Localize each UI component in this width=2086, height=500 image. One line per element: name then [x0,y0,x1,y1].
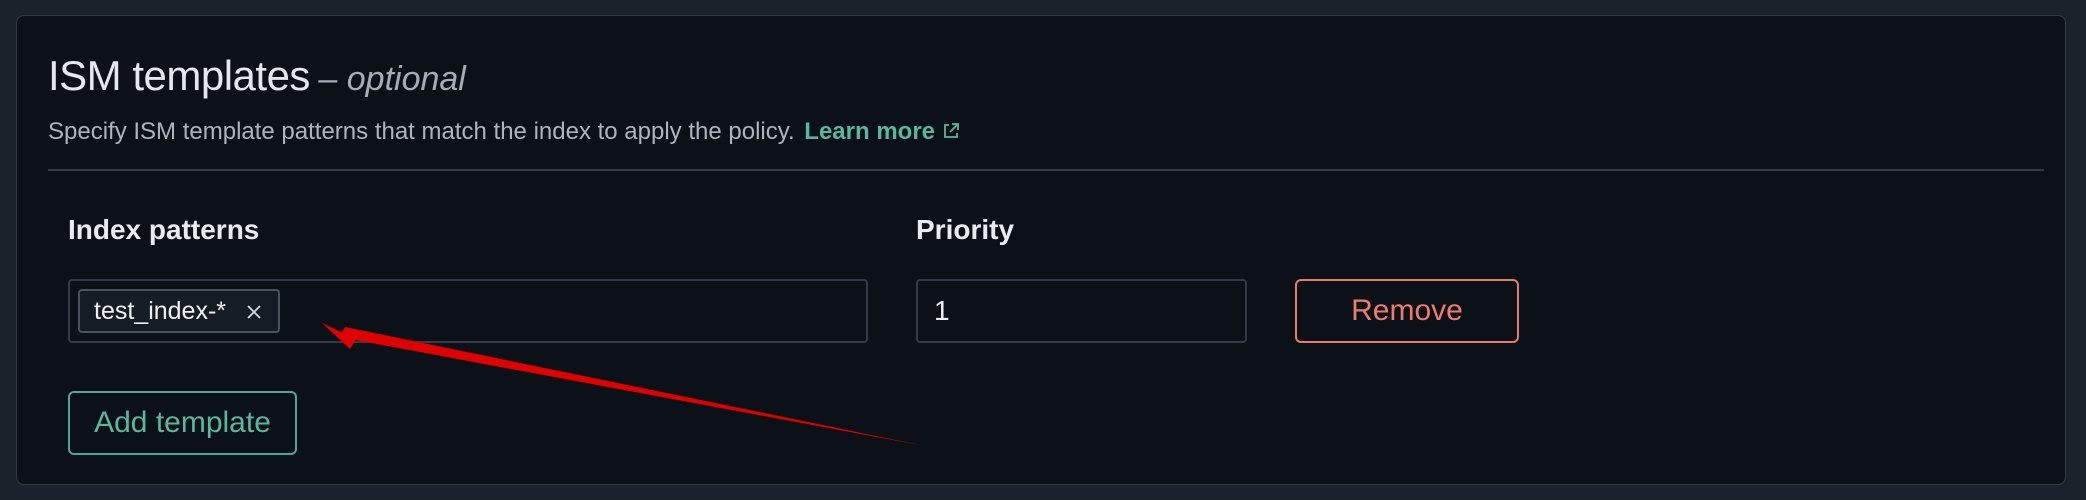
learn-more-label: Learn more [804,118,936,145]
close-icon[interactable] [246,304,262,320]
index-pattern-pill: test_index-* [78,289,280,333]
learn-more-link[interactable]: Learn more [804,118,961,145]
priority-input[interactable]: 1 [916,279,1247,343]
section-description: Specify ISM template patterns that match… [48,118,795,145]
priority-label: Priority [916,214,1015,245]
add-template-button[interactable]: Add template [68,391,297,455]
external-link-icon [944,123,959,138]
section-description-row: Specify ISM template patterns that match… [48,118,961,146]
section-title: ISM templates [48,52,310,99]
index-patterns-combobox[interactable]: test_index-* [68,279,868,343]
remove-button[interactable]: Remove [1295,279,1519,343]
index-pattern-pill-label: test_index-* [94,297,227,325]
section-divider [48,169,2044,171]
index-patterns-label: Index patterns [68,214,260,245]
section-title-row: ISM templates – optional [48,52,466,100]
optional-tag: – optional [318,60,466,98]
